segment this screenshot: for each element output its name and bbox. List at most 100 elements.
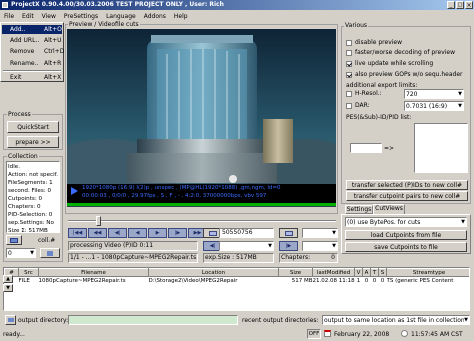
collection-options-button[interactable]: [40, 248, 60, 258]
next-cutpoint-button[interactable]: |▶: [279, 241, 298, 251]
slider-thumb[interactable]: [96, 216, 101, 226]
load-cutpoints-button[interactable]: load Cutpoints from file: [345, 230, 467, 240]
chevron-down-icon: ▼: [332, 243, 336, 249]
move-down-button[interactable]: ▼: [3, 284, 13, 292]
minimize-button[interactable]: _: [447, 1, 455, 9]
menu-addons[interactable]: Addons: [144, 13, 166, 20]
menu-item-add-url[interactable]: Add URL.. Alt+U: [2, 36, 62, 45]
transfer-arrow-label: =>: [384, 145, 395, 152]
calendar-icon: [324, 330, 331, 337]
faster-decoding-checkbox[interactable]: [346, 49, 352, 56]
h-resol-checkbox[interactable]: [346, 90, 352, 97]
folder-icon: [7, 318, 14, 322]
pes-list-label: PES(&Sub)-ID/PID list:: [346, 114, 412, 121]
preview-title: Preview / Videofile cuts: [68, 21, 140, 28]
various-group: Various disable preview faster/worse dec…: [341, 22, 471, 204]
col-src[interactable]: Src: [18, 268, 39, 277]
cut-mode-select[interactable]: (0) use BytePos. for cuts ▼: [345, 217, 467, 227]
file-table[interactable]: # Src Filename Location Size lastModifie…: [3, 267, 470, 311]
maximize-button[interactable]: □: [456, 1, 464, 9]
chevron-down-icon: ▼: [30, 250, 34, 256]
collection-info: Idle. Action: not specif. FileSegments: …: [6, 161, 60, 234]
h-resol-select[interactable]: 720 ▼: [404, 89, 464, 99]
col-t[interactable]: T: [370, 268, 379, 277]
close-button[interactable]: ×: [465, 1, 473, 9]
transfer-pids-button[interactable]: transfer selected (P)IDs to new coll#: [346, 180, 468, 190]
tab-settings[interactable]: Settings: [345, 205, 373, 214]
clock-icon: [401, 330, 408, 337]
forward-button[interactable]: |▶: [168, 228, 187, 238]
menu-item-exit[interactable]: Exit Alt+X: [2, 73, 62, 82]
output-folder-button[interactable]: [5, 315, 16, 325]
chevron-down-icon: ▼: [332, 230, 336, 236]
option-live-update[interactable]: live update while scrolling: [346, 60, 433, 67]
chapter-select-field[interactable]: ▼: [302, 241, 338, 251]
col-s[interactable]: S: [378, 268, 387, 277]
option-faster-decoding[interactable]: faster/worse decoding of preview: [346, 49, 455, 56]
menu-item-remove[interactable]: Remove Ctrl+D: [2, 47, 64, 56]
table-side-buttons: ▲ ▼: [3, 275, 15, 305]
live-update-checkbox[interactable]: [346, 60, 352, 67]
output-directory-field[interactable]: [68, 315, 238, 325]
chapter-list-field[interactable]: ▼: [302, 228, 338, 238]
export-limits-label: additional export limits:: [346, 82, 418, 89]
play-icon: [71, 187, 78, 195]
col-a[interactable]: A: [362, 268, 371, 277]
move-up-button[interactable]: ▲: [3, 275, 13, 283]
menu-language[interactable]: Language: [106, 13, 136, 20]
cut-info-row: processing Video (P)ID 0:11 ◀| ▼ |▶ ▼ 1/…: [68, 241, 338, 263]
col-v[interactable]: V: [354, 268, 363, 277]
step-back-button[interactable]: ◀: [128, 228, 147, 238]
col-filename[interactable]: Filename: [38, 268, 149, 277]
col-size[interactable]: Size: [278, 268, 313, 277]
position-slider[interactable]: [68, 216, 336, 226]
transfer-cutpoints-button[interactable]: transfer cutpoint pairs to new coll#: [346, 191, 468, 201]
option-preview-gops[interactable]: also preview GOPs w/o sequ.header: [346, 71, 463, 78]
disable-preview-checkbox[interactable]: [346, 39, 352, 46]
folder-icon: [10, 237, 18, 243]
collection-group: Collection Idle. Action: not specif. Fil…: [3, 153, 63, 262]
pid-input[interactable]: [350, 143, 382, 153]
menu-file[interactable]: File: [4, 13, 14, 20]
tab-cutviews[interactable]: CutViews: [373, 204, 405, 214]
menu-item-add[interactable]: Add.. Alt+O: [2, 25, 62, 34]
process-title: Process: [7, 111, 32, 118]
save-cutpoints-button[interactable]: save Cutpoints to file: [345, 242, 467, 252]
file-combo[interactable]: 1/1 - ...1 - 1080pCapture~MPEG2Repair.ts: [68, 253, 198, 263]
menu-presettings[interactable]: PreSettings: [64, 13, 98, 20]
coll-number-field[interactable]: 0 ▼: [6, 248, 36, 258]
status-date: February 22, 2008: [334, 331, 390, 338]
add-chapter-button[interactable]: [279, 228, 298, 238]
table-header: # Src Filename Location Size lastModifie…: [4, 268, 469, 277]
cut-position-field[interactable]: 50550756: [219, 228, 274, 238]
col-location[interactable]: Location: [148, 268, 279, 277]
option-disable-preview[interactable]: disable preview: [346, 39, 402, 46]
cutpoint-list-field[interactable]: ▼: [219, 241, 274, 251]
menu-edit[interactable]: Edit: [22, 13, 34, 20]
collection-icon-button[interactable]: [6, 235, 22, 245]
preview-progress-bar: [67, 203, 336, 206]
jump-start-button[interactable]: |◀◀: [68, 228, 87, 238]
various-title: Various: [344, 22, 369, 29]
recent-dirs-select[interactable]: output to same location as 1st file in c…: [322, 315, 470, 325]
col-last-modified[interactable]: lastModified: [312, 268, 355, 277]
col-streamtype[interactable]: Streamtype: [386, 268, 469, 277]
rewind-button[interactable]: ◀|: [108, 228, 127, 238]
preview-gops-checkbox[interactable]: [346, 71, 352, 78]
menu-help[interactable]: Help: [174, 13, 188, 20]
pid-list[interactable]: [414, 123, 468, 173]
preview-info-line2: 00:00:03 , 0/0/0 , 29.97fps , S , F , - …: [82, 193, 267, 199]
chevron-down-icon: ▼: [464, 317, 468, 323]
quickstart-button[interactable]: QuickStart: [7, 121, 59, 133]
video-preview-frame: [67, 29, 336, 207]
table-row[interactable]: 0 FILE 1080pCapture~MPEG2Repair.ts D:\St…: [5, 277, 470, 285]
dar-select[interactable]: 0.7031 (16:9) ▼: [404, 101, 464, 111]
menu-view[interactable]: View: [42, 13, 56, 20]
step-forward-button[interactable]: ▶: [148, 228, 167, 238]
recent-dirs-label: recent output directories:: [242, 317, 319, 324]
rewind-fast-button[interactable]: ◀◀: [88, 228, 107, 238]
dar-checkbox[interactable]: [346, 102, 352, 109]
menu-item-rename[interactable]: Rename.. Alt+R: [2, 59, 62, 68]
prepare-button[interactable]: prepare >>: [7, 136, 59, 148]
preview-image: [67, 29, 336, 207]
